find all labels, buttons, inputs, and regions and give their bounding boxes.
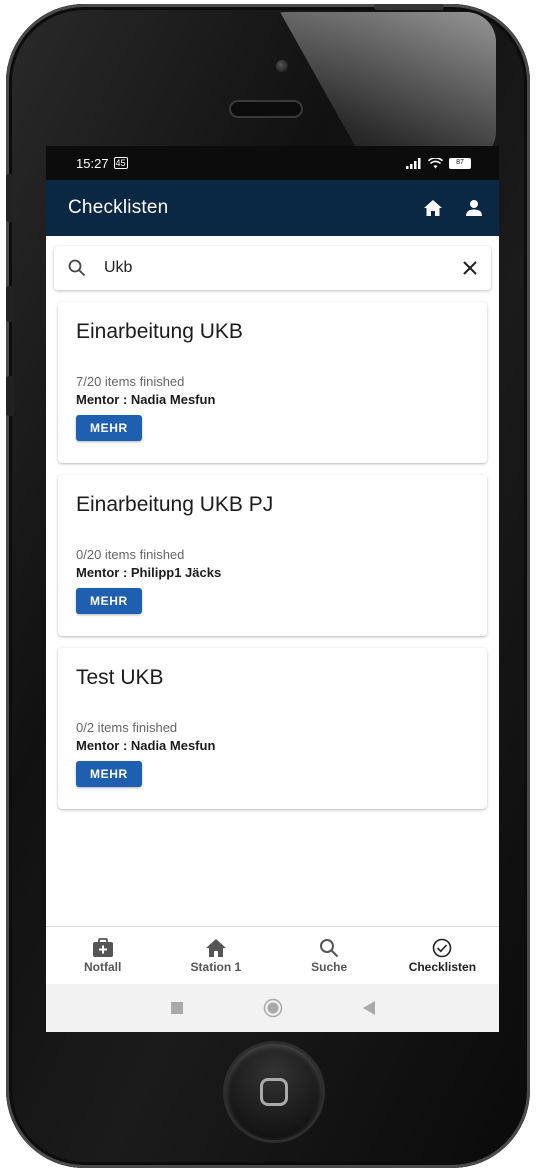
- search-icon: [320, 939, 339, 958]
- card-mentor: Mentor : Philipp1 Jäcks: [76, 565, 222, 580]
- checklist-list: Einarbeitung UKB 7/20 items finished Men…: [46, 290, 499, 809]
- mehr-button[interactable]: MEHR: [76, 415, 142, 441]
- search-input[interactable]: [102, 258, 463, 278]
- front-camera: [276, 60, 288, 72]
- nav-label: Checklisten: [408, 960, 477, 974]
- app-bar-actions: [423, 199, 483, 217]
- phone-screen: 15:27 45 87 Checklisten Ukb Einarbeitung…: [46, 146, 499, 1032]
- card-progress: 0/2 items finished: [76, 720, 178, 735]
- system-navigation-bar: [46, 984, 499, 1032]
- phone-glare: [280, 12, 496, 162]
- nav-label: Station 1: [190, 960, 242, 974]
- nav-label: Notfall: [83, 960, 122, 974]
- recents-icon[interactable]: [170, 1002, 183, 1014]
- power-button: [374, 4, 444, 10]
- volume-down-button: [6, 376, 14, 416]
- bottom-navigation: Notfall Station 1 Suche Checklisten: [46, 926, 499, 985]
- nav-item-station[interactable]: Station 1: [166, 938, 266, 974]
- mehr-button[interactable]: MEHR: [76, 588, 142, 614]
- card-title: Einarbeitung UKB: [76, 320, 243, 343]
- status-time: 15:27: [76, 155, 109, 171]
- back-triangle-icon[interactable]: [362, 1001, 375, 1015]
- page-title: Checklisten: [68, 197, 169, 218]
- battery-icon: 87: [449, 157, 471, 169]
- checklist-card[interactable]: Test UKB 0/2 items finished Mentor : Nad…: [58, 648, 487, 809]
- account-icon[interactable]: [465, 199, 483, 217]
- close-icon[interactable]: [463, 261, 477, 275]
- volume-up-button: [6, 286, 14, 322]
- app-bar: Checklisten: [46, 180, 499, 236]
- card-mentor: Mentor : Nadia Mesfun: [76, 738, 216, 753]
- card-progress: 0/20 items finished: [76, 547, 185, 562]
- wifi-icon: [428, 157, 443, 168]
- home-circle-icon[interactable]: [263, 998, 283, 1018]
- notification-badge: 45: [113, 157, 128, 169]
- nav-item-suche[interactable]: Suche: [279, 938, 379, 974]
- mute-switch: [6, 174, 14, 222]
- home-button-square-icon: [260, 1078, 288, 1106]
- mehr-button[interactable]: MEHR: [76, 761, 142, 787]
- checklist-card[interactable]: Einarbeitung UKB 7/20 items finished Men…: [58, 302, 487, 463]
- nav-label: Suche: [311, 960, 348, 974]
- card-title: Test UKB: [76, 666, 164, 689]
- status-left: 15:27 45: [76, 156, 128, 171]
- nav-item-checklisten[interactable]: Checklisten: [392, 938, 492, 974]
- home-icon: [205, 939, 226, 957]
- hardware-home-button[interactable]: [226, 1044, 322, 1140]
- card-progress: 7/20 items finished: [76, 374, 185, 389]
- earpiece-speaker: [231, 102, 301, 116]
- signal-icon: [406, 157, 421, 169]
- home-icon[interactable]: [423, 199, 443, 217]
- check-circle-icon: [433, 938, 452, 958]
- search-bar: [54, 246, 491, 290]
- card-title: Einarbeitung UKB PJ: [76, 493, 274, 516]
- status-bar: 15:27 45 87: [46, 146, 499, 180]
- medical-bag-icon: [92, 938, 113, 957]
- card-mentor: Mentor : Nadia Mesfun: [76, 392, 216, 407]
- search-icon: [68, 259, 86, 277]
- status-right: 87: [406, 157, 471, 169]
- checklist-card[interactable]: Einarbeitung UKB PJ 0/20 items finished …: [58, 475, 487, 636]
- nav-item-notfall[interactable]: Notfall: [53, 938, 153, 974]
